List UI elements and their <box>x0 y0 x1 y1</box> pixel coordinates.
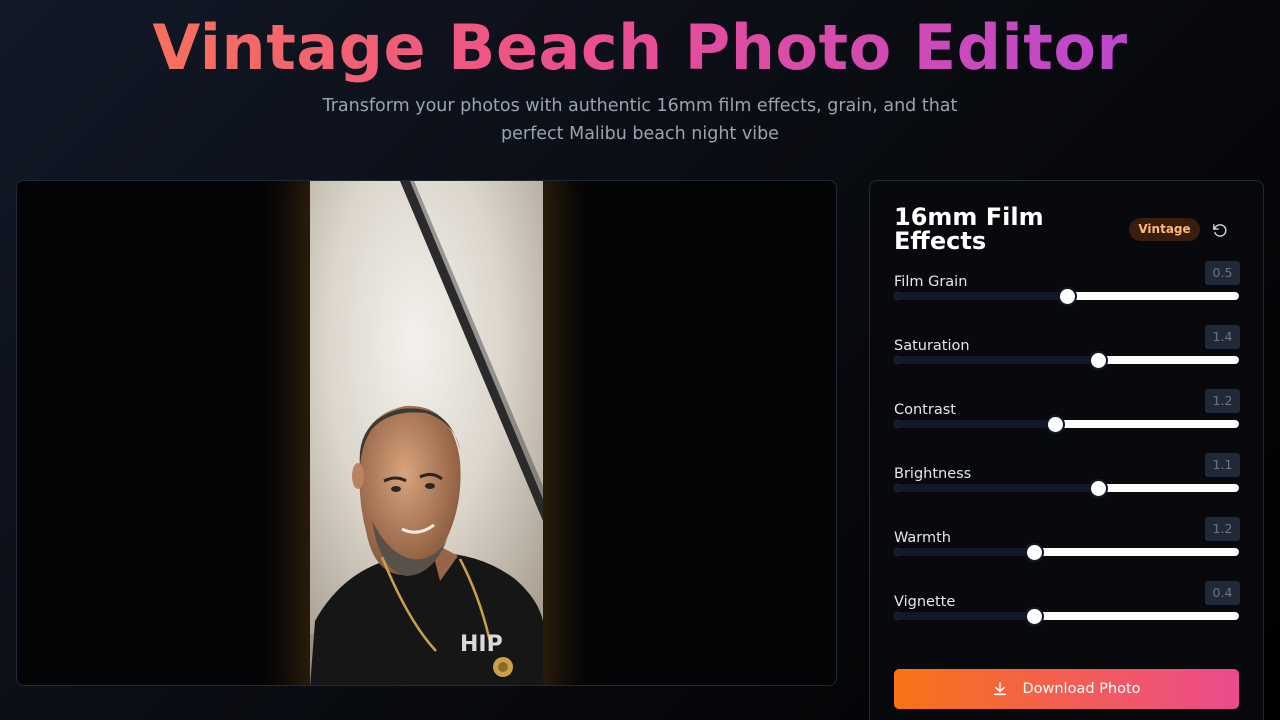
rotate-ccw-icon <box>1212 223 1226 237</box>
slider-brightness: Brightness 1.1 <box>894 453 1240 519</box>
slider-fill <box>894 292 1067 300</box>
slider-thumb[interactable] <box>1089 351 1108 370</box>
slider-track[interactable] <box>894 356 1239 364</box>
slider-track[interactable] <box>894 548 1239 556</box>
download-icon <box>994 682 1007 696</box>
slider-thumb[interactable] <box>1089 479 1108 498</box>
slider-fill <box>894 612 1034 620</box>
photo-image: HIP <box>310 181 543 685</box>
slider-saturation: Saturation 1.4 <box>894 325 1240 391</box>
slider-fill <box>894 548 1034 556</box>
slider-label: Vignette <box>894 594 956 610</box>
slider-value: 1.4 <box>1205 325 1240 349</box>
slider-label: Warmth <box>894 530 952 546</box>
svg-text:HIP: HIP <box>460 632 503 657</box>
slider-warmth: Warmth 1.2 <box>894 517 1240 583</box>
slider-thumb[interactable] <box>1025 543 1044 562</box>
slider-value: 1.2 <box>1205 389 1240 413</box>
slider-vignette: Vignette 0.4 <box>894 581 1240 647</box>
slider-thumb[interactable] <box>1058 287 1077 306</box>
slider-thumb[interactable] <box>1046 415 1065 434</box>
edited-photo: HIP <box>310 181 543 685</box>
slider-value: 1.2 <box>1205 517 1240 541</box>
slider-track[interactable] <box>894 484 1239 492</box>
slider-contrast: Contrast 1.2 <box>894 389 1240 455</box>
page-title: Vintage Beach Photo Editor <box>0 12 1280 84</box>
download-button-label: Download Photo <box>1022 681 1141 697</box>
slider-thumb[interactable] <box>1025 607 1044 626</box>
slider-label: Contrast <box>894 402 956 418</box>
vintage-badge: Vintage <box>1129 218 1200 241</box>
slider-track[interactable] <box>894 420 1239 428</box>
slider-value: 0.5 <box>1205 261 1240 285</box>
slider-value: 0.4 <box>1205 581 1240 605</box>
download-photo-button[interactable]: Download Photo <box>894 669 1239 709</box>
slider-fill <box>894 484 1098 492</box>
slider-film-grain: Film Grain 0.5 <box>894 261 1240 327</box>
slider-label: Film Grain <box>894 274 968 290</box>
reset-button[interactable] <box>1208 219 1230 241</box>
effects-panel: 16mm Film Effects Vintage Film Grain 0.5… <box>869 180 1264 720</box>
slider-label: Brightness <box>894 466 972 482</box>
effects-panel-title: 16mm Film Effects <box>894 203 1044 255</box>
slider-fill <box>894 356 1098 364</box>
slider-label: Saturation <box>894 338 970 354</box>
photo-canvas: HIP <box>16 180 837 686</box>
slider-value: 1.1 <box>1205 453 1240 477</box>
page-subtitle: Transform your photos with authentic 16m… <box>322 96 958 144</box>
slider-fill <box>894 420 1055 428</box>
slider-track[interactable] <box>894 612 1239 620</box>
